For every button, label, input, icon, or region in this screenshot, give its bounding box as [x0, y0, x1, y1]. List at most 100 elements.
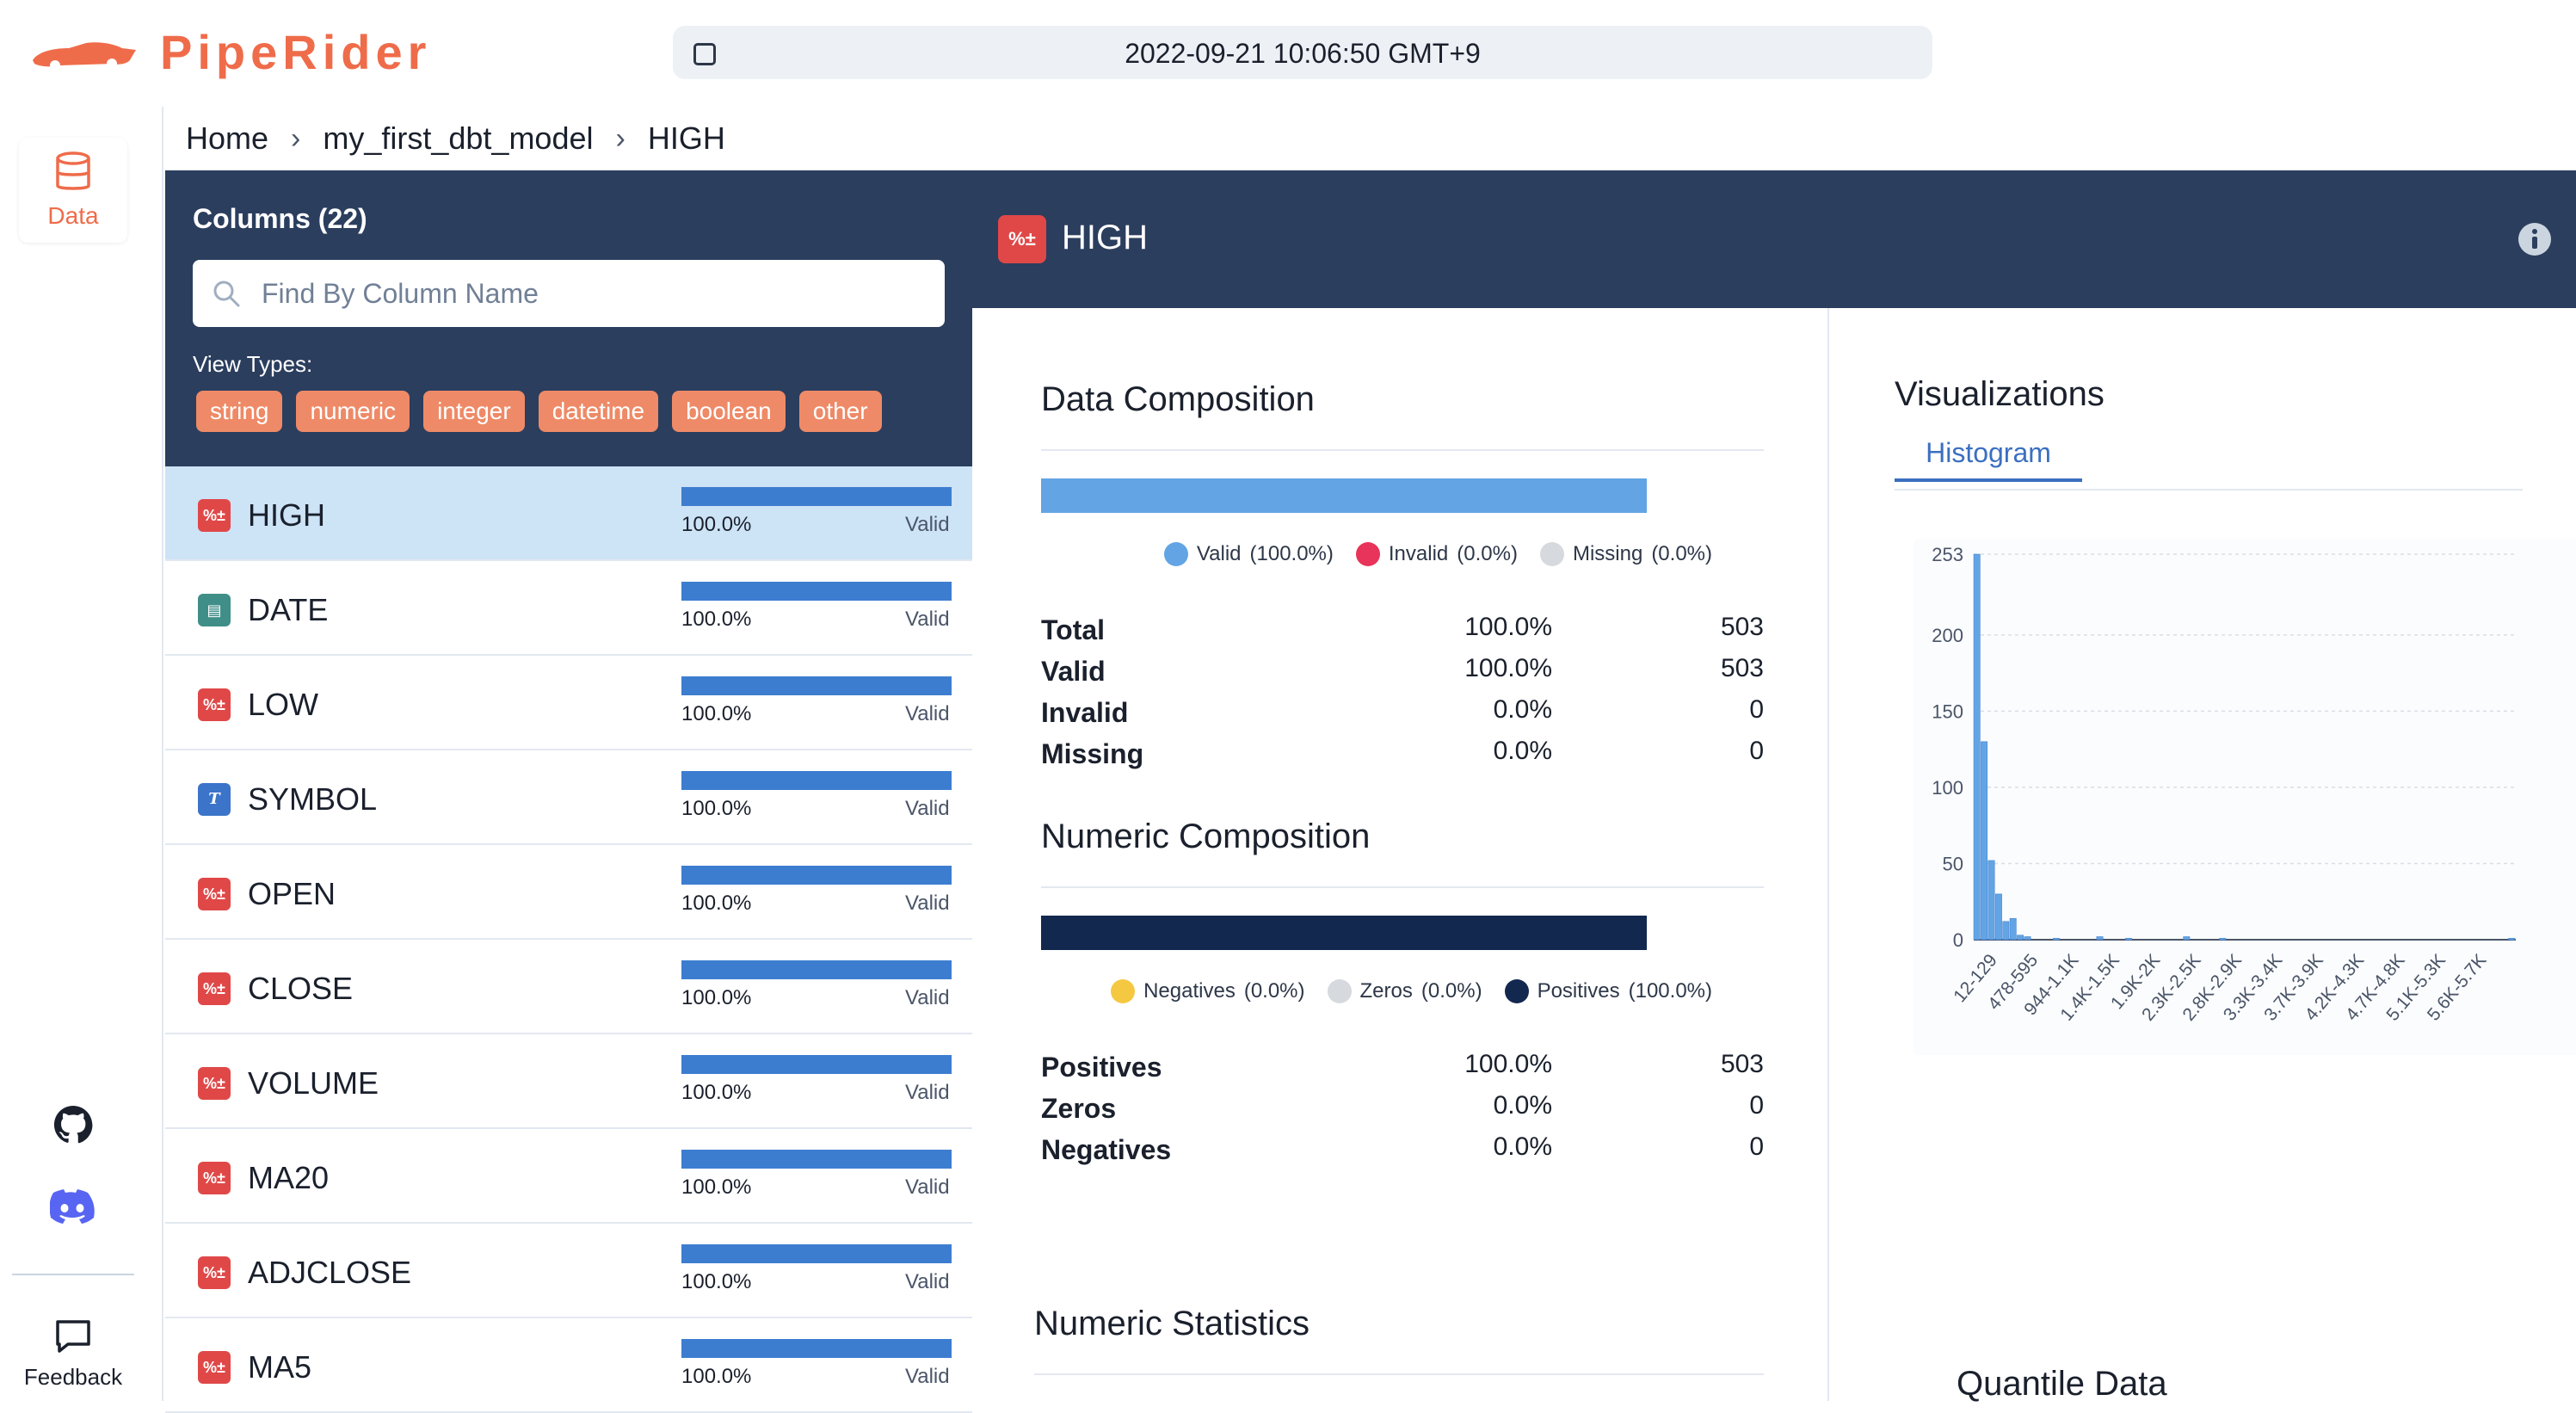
column-status: Valid: [905, 797, 950, 820]
column-valid-bar: [681, 676, 952, 695]
column-status: Valid: [905, 892, 950, 915]
histogram-bar: [2009, 917, 2017, 941]
numeric-composition-title: Numeric Composition: [1041, 818, 1371, 855]
column-valid-bar: [681, 960, 952, 979]
column-status: Valid: [905, 1175, 950, 1199]
type-chip-boolean[interactable]: boolean: [672, 391, 786, 432]
numeric-type-icon: %±: [198, 878, 231, 910]
chevron-right-icon: ›: [291, 121, 301, 155]
column-row-high[interactable]: %± HIGH 100.0% Valid: [165, 466, 972, 561]
breadcrumb-table[interactable]: my_first_dbt_model: [323, 120, 593, 157]
stat-row-negatives: Negatives 0.0% 0: [1041, 1129, 1764, 1170]
run-timestamp: 2022-09-21 10:06:50 GMT+9: [1125, 38, 1481, 69]
rail-data-label: Data: [47, 202, 99, 229]
tab-histogram[interactable]: Histogram: [1895, 437, 2082, 482]
legend-dot-icon: [1355, 542, 1380, 566]
column-name: HIGH: [248, 497, 325, 533]
column-valid-pct: 100.0%: [681, 1270, 752, 1293]
breadcrumb-home[interactable]: Home: [186, 120, 268, 157]
column-search-box[interactable]: [193, 260, 945, 327]
numeric-type-icon: %±: [198, 1067, 231, 1100]
feedback-button[interactable]: Feedback: [0, 1318, 146, 1391]
column-valid-pct: 100.0%: [681, 513, 752, 536]
visualizations-panel: Visualizations Histogram 0 50 100 150 200 253…: [1831, 308, 2576, 1403]
histogram-bar: [1994, 893, 2002, 941]
histogram-bar: [2125, 937, 2133, 941]
column-name: OPEN: [248, 876, 336, 911]
legend-item-zeros: Zeros (0.0%): [1327, 979, 1482, 1003]
stat-row-zeros: Zeros 0.0% 0: [1041, 1088, 1764, 1129]
stat-label: Zeros: [1041, 1093, 1117, 1124]
database-icon: [56, 151, 90, 190]
top-header: PipeRider 2022-09-21 10:06:50 GMT+9: [0, 0, 2576, 107]
y-tick-label: 150: [1932, 700, 1963, 722]
legend-label: Valid: [1196, 542, 1242, 565]
github-icon[interactable]: [53, 1105, 93, 1149]
stat-pct: 0.0%: [1493, 737, 1552, 765]
column-valid-pct: 100.0%: [681, 1365, 752, 1388]
column-name: ADJCLOSE: [248, 1255, 412, 1290]
stat-pct: 100.0%: [1464, 613, 1552, 641]
column-status: Valid: [905, 702, 950, 725]
histogram-bar: [1987, 860, 1995, 941]
stat-row-missing: Missing 0.0% 0: [1041, 733, 1764, 774]
numeric-composition-bar-track: [1041, 916, 1647, 950]
visualizations-title: Visualizations: [1895, 375, 2105, 413]
histogram-bar: [2219, 937, 2227, 941]
column-row-close[interactable]: %± CLOSE 100.0% Valid: [165, 940, 972, 1034]
quantile-data-title: Quantile Data: [1957, 1365, 2167, 1403]
column-name: MA5: [248, 1349, 312, 1385]
breadcrumb-column: HIGH: [647, 120, 725, 156]
type-chip-datetime[interactable]: datetime: [538, 391, 659, 432]
legend-item-missing: Missing (0.0%): [1539, 542, 1712, 566]
column-row-volume[interactable]: %± VOLUME 100.0% Valid: [165, 1034, 972, 1129]
legend-dot-icon: [1163, 542, 1188, 566]
column-valid-pct: 100.0%: [681, 797, 752, 820]
columns-title: Columns (22): [193, 203, 367, 234]
stat-row-total: Total 100.0% 503: [1041, 609, 1764, 651]
column-row-adjclose[interactable]: %± ADJCLOSE 100.0% Valid: [165, 1224, 972, 1318]
type-chip-string[interactable]: string: [196, 391, 283, 432]
rail-data-button[interactable]: Data: [19, 138, 127, 243]
stat-label: Valid: [1041, 656, 1106, 687]
column-row-ma5[interactable]: %± MA5 100.0% Valid: [165, 1318, 972, 1413]
rail-divider: [12, 1274, 134, 1275]
legend-label: Zeros: [1359, 979, 1413, 1003]
stat-count: 503: [1720, 1050, 1764, 1078]
column-detail-header: %± HIGH: [972, 170, 2576, 308]
stat-label: Invalid: [1041, 697, 1129, 728]
column-row-symbol[interactable]: T SYMBOL 100.0% Valid: [165, 750, 972, 845]
stat-row-positives: Positives 100.0% 503: [1041, 1046, 1764, 1088]
numeric-type-icon: %±: [198, 688, 231, 721]
histogram-bar: [2002, 921, 2010, 941]
info-icon[interactable]: [2517, 222, 2552, 256]
column-status: Valid: [905, 608, 950, 631]
stat-pct: 100.0%: [1464, 654, 1552, 682]
legend-label: Negatives: [1143, 979, 1236, 1003]
feedback-label: Feedback: [23, 1364, 123, 1390]
type-chip-integer[interactable]: integer: [423, 391, 525, 432]
column-row-low[interactable]: %± LOW 100.0% Valid: [165, 656, 972, 750]
run-timestamp-bar[interactable]: 2022-09-21 10:06:50 GMT+9: [673, 26, 1932, 79]
column-row-open[interactable]: %± OPEN 100.0% Valid: [165, 845, 972, 940]
date-type-icon: ▤: [198, 594, 231, 626]
legend-item-positives: Positives (100.0%): [1504, 979, 1712, 1003]
column-search-input[interactable]: [262, 260, 933, 327]
type-chip-numeric[interactable]: numeric: [296, 391, 410, 432]
tab-underline: [1895, 489, 2523, 491]
column-valid-pct: 100.0%: [681, 986, 752, 1009]
column-row-date[interactable]: ▤ DATE 100.0% Valid: [165, 561, 972, 656]
column-row-ma20[interactable]: %± MA20 100.0% Valid: [165, 1129, 972, 1224]
legend-pct: (100.0%): [1249, 542, 1334, 565]
column-valid-bar: [681, 582, 952, 601]
column-list: %± HIGH 100.0% Valid ▤ DATE 100.0% Valid %± LOW 10…: [165, 466, 972, 1413]
stat-count: 0: [1749, 737, 1764, 765]
columns-panel-header: Columns (22) View Types: string numeric in…: [165, 170, 972, 466]
discord-icon[interactable]: [49, 1189, 95, 1228]
column-status: Valid: [905, 986, 950, 1009]
stat-pct: 0.0%: [1493, 1132, 1552, 1161]
type-chip-other[interactable]: other: [798, 391, 882, 432]
numeric-type-icon: %±: [198, 972, 231, 1005]
column-valid-bar: [681, 866, 952, 885]
app-logo-text[interactable]: PipeRider: [160, 24, 431, 80]
